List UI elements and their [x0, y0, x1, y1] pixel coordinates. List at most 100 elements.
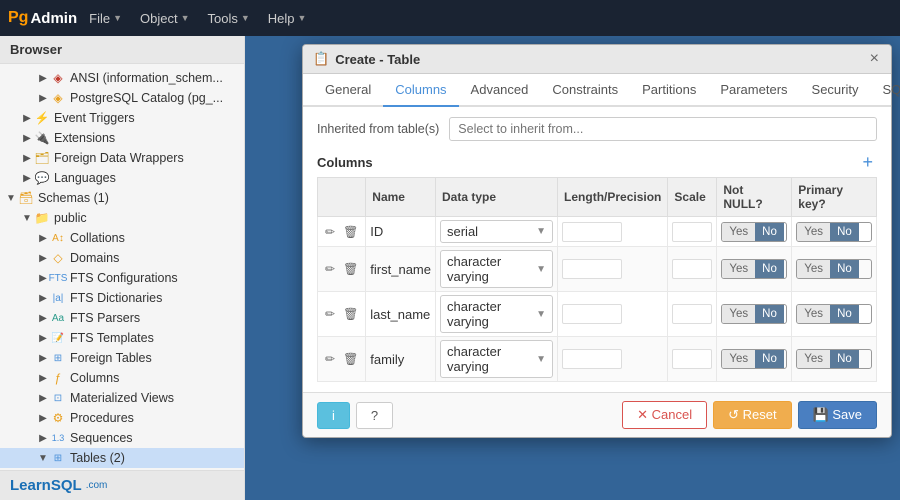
sidebar-item-domains[interactable]: ▶ ◇ Domains	[0, 248, 244, 268]
sidebar-item-fdw[interactable]: ▶ 🗂 Foreign Data Wrappers	[0, 148, 244, 168]
length-input-2[interactable]	[562, 304, 622, 324]
toggle-fts-templates[interactable]: ▶	[36, 331, 50, 345]
sidebar-item-ansi[interactable]: ▶ ◈ ANSI (information_schem...	[0, 68, 244, 88]
toggle-event-triggers[interactable]: ▶	[20, 111, 34, 125]
tab-security[interactable]: Security	[800, 74, 871, 107]
toggle-collations[interactable]: ▶	[36, 231, 50, 245]
menu-tools[interactable]: Tools ▼	[200, 7, 258, 30]
notnull-yes-3[interactable]: Yes	[722, 350, 755, 368]
toggle-fts-dict[interactable]: ▶	[36, 291, 50, 305]
sidebar-item-event-triggers[interactable]: ▶ ⚡ Event Triggers	[0, 108, 244, 128]
tab-constraints[interactable]: Constraints	[540, 74, 630, 107]
tab-partitions[interactable]: Partitions	[630, 74, 708, 107]
scale-input-2[interactable]	[672, 304, 712, 324]
primarykey-toggle-1[interactable]: Yes No	[796, 259, 872, 279]
toggle-procedures[interactable]: ▶	[36, 411, 50, 425]
tab-parameters[interactable]: Parameters	[708, 74, 799, 107]
primarykey-no-1[interactable]: No	[830, 260, 859, 278]
delete-row-2-button[interactable]: 🗑	[340, 305, 361, 323]
help-button[interactable]: ?	[356, 402, 393, 429]
info-button[interactable]: i	[317, 402, 350, 429]
cancel-button[interactable]: ✕ Cancel	[622, 401, 707, 429]
sidebar-item-extensions[interactable]: ▶ 🔌 Extensions	[0, 128, 244, 148]
add-column-button[interactable]: +	[858, 153, 877, 171]
close-button[interactable]: ×	[868, 51, 881, 67]
menu-file[interactable]: File ▼	[81, 7, 130, 30]
datatype-select-1[interactable]: character varying ▼	[440, 250, 553, 288]
sidebar-item-foreign-tables[interactable]: ▶ ⊞ Foreign Tables	[0, 348, 244, 368]
sidebar-item-procedures[interactable]: ▶ ⚙ Procedures	[0, 408, 244, 428]
sidebar-item-collations[interactable]: ▶ A↕ Collations	[0, 228, 244, 248]
edit-row-0-button[interactable]: ✏	[322, 223, 338, 241]
length-input-3[interactable]	[562, 349, 622, 369]
primarykey-no-3[interactable]: No	[830, 350, 859, 368]
scale-input-3[interactable]	[672, 349, 712, 369]
sidebar-item-tables[interactable]: ▼ ⊞ Tables (2)	[0, 448, 244, 468]
sidebar-item-fts-parsers[interactable]: ▶ Aa FTS Parsers	[0, 308, 244, 328]
datatype-select-2[interactable]: character varying ▼	[440, 295, 553, 333]
notnull-yes-0[interactable]: Yes	[722, 223, 755, 241]
primarykey-toggle-2[interactable]: Yes No	[796, 304, 872, 324]
datatype-select-3[interactable]: character varying ▼	[440, 340, 553, 378]
sidebar-item-fts-dict[interactable]: ▶ |a| FTS Dictionaries	[0, 288, 244, 308]
length-input-1[interactable]	[562, 259, 622, 279]
toggle-public[interactable]: ▼	[20, 211, 34, 225]
toggle-pgcatalog[interactable]: ▶	[36, 91, 50, 105]
notnull-toggle-2[interactable]: Yes No	[721, 304, 787, 324]
notnull-no-1[interactable]: No	[755, 260, 784, 278]
sidebar-item-languages[interactable]: ▶ 💬 Languages	[0, 168, 244, 188]
tab-sql[interactable]: SQL	[871, 74, 900, 107]
notnull-yes-2[interactable]: Yes	[722, 305, 755, 323]
menu-help[interactable]: Help ▼	[260, 7, 315, 30]
toggle-sequences[interactable]: ▶	[36, 431, 50, 445]
scale-input-0[interactable]	[672, 222, 712, 242]
delete-row-1-button[interactable]: 🗑	[340, 260, 361, 278]
sidebar-item-functions[interactable]: ▶ ƒ Columns	[0, 368, 244, 388]
scale-input-1[interactable]	[672, 259, 712, 279]
primarykey-yes-2[interactable]: Yes	[797, 305, 830, 323]
delete-row-3-button[interactable]: 🗑	[340, 350, 361, 368]
edit-row-2-button[interactable]: ✏	[322, 305, 338, 323]
toggle-tables[interactable]: ▼	[36, 451, 50, 465]
datatype-select-0[interactable]: serial ▼	[440, 220, 553, 243]
primarykey-yes-0[interactable]: Yes	[797, 223, 830, 241]
toggle-mat-views[interactable]: ▶	[36, 391, 50, 405]
tab-advanced[interactable]: Advanced	[459, 74, 541, 107]
reset-button[interactable]: ↺ Reset	[713, 401, 791, 429]
notnull-yes-1[interactable]: Yes	[722, 260, 755, 278]
sidebar-item-fts-templates[interactable]: ▶ 📝 FTS Templates	[0, 328, 244, 348]
toggle-functions[interactable]: ▶	[36, 371, 50, 385]
toggle-schemas[interactable]: ▼	[4, 191, 18, 205]
toggle-extensions[interactable]: ▶	[20, 131, 34, 145]
inherited-select[interactable]	[449, 117, 877, 141]
sidebar-item-mat-views[interactable]: ▶ ⊡ Materialized Views	[0, 388, 244, 408]
notnull-toggle-1[interactable]: Yes No	[721, 259, 787, 279]
toggle-domains[interactable]: ▶	[36, 251, 50, 265]
primarykey-yes-1[interactable]: Yes	[797, 260, 830, 278]
primarykey-toggle-0[interactable]: Yes No	[796, 222, 872, 242]
edit-row-1-button[interactable]: ✏	[322, 260, 338, 278]
notnull-no-2[interactable]: No	[755, 305, 784, 323]
notnull-toggle-3[interactable]: Yes No	[721, 349, 787, 369]
notnull-no-3[interactable]: No	[755, 350, 784, 368]
toggle-fdw[interactable]: ▶	[20, 151, 34, 165]
sidebar-item-pgcatalog[interactable]: ▶ ◈ PostgreSQL Catalog (pg_...	[0, 88, 244, 108]
length-input-0[interactable]	[562, 222, 622, 242]
menu-object[interactable]: Object ▼	[132, 7, 198, 30]
toggle-foreign-tables[interactable]: ▶	[36, 351, 50, 365]
primarykey-no-0[interactable]: No	[830, 223, 859, 241]
save-button[interactable]: 💾 Save	[798, 401, 877, 429]
toggle-ansi[interactable]: ▶	[36, 71, 50, 85]
toggle-fts-parsers[interactable]: ▶	[36, 311, 50, 325]
sidebar-item-sequences[interactable]: ▶ 1.3 Sequences	[0, 428, 244, 448]
sidebar-item-public[interactable]: ▼ 📁 public	[0, 208, 244, 228]
sidebar-item-schemas[interactable]: ▼ 🗃 Schemas (1)	[0, 188, 244, 208]
primarykey-yes-3[interactable]: Yes	[797, 350, 830, 368]
primarykey-no-2[interactable]: No	[830, 305, 859, 323]
primarykey-toggle-3[interactable]: Yes No	[796, 349, 872, 369]
toggle-languages[interactable]: ▶	[20, 171, 34, 185]
notnull-no-0[interactable]: No	[755, 223, 784, 241]
sidebar-item-fts-config[interactable]: ▶ FTS FTS Configurations	[0, 268, 244, 288]
edit-row-3-button[interactable]: ✏	[322, 350, 338, 368]
tab-general[interactable]: General	[313, 74, 383, 107]
